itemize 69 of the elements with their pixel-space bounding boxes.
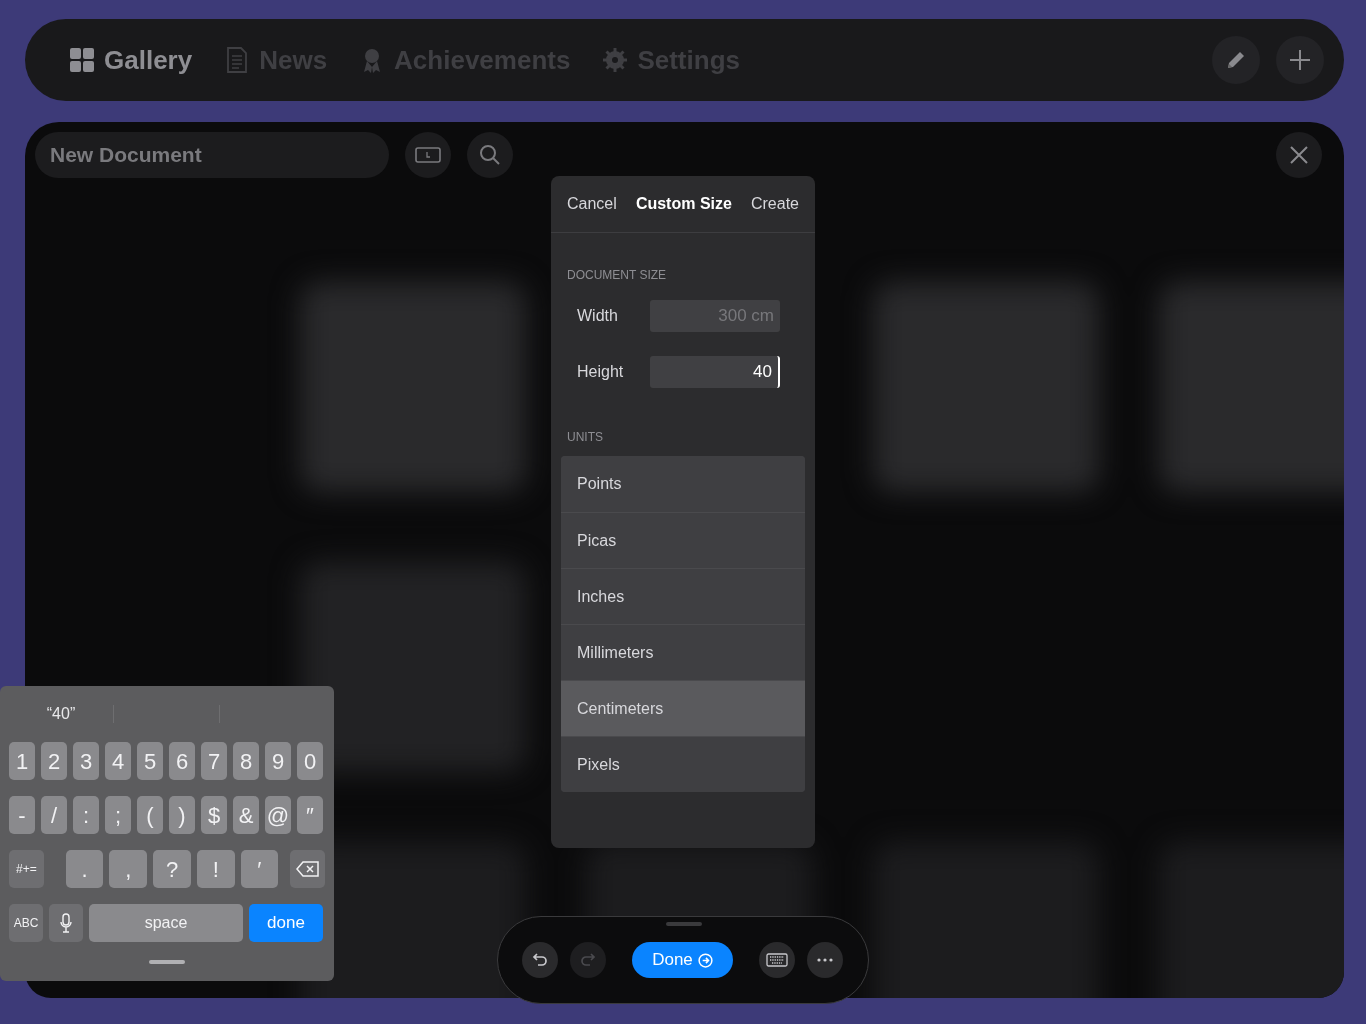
grid-icon: [69, 47, 95, 73]
search-button[interactable]: [467, 132, 513, 178]
add-button[interactable]: [1276, 36, 1324, 84]
suggestion[interactable]: “40”: [9, 702, 113, 726]
close-icon: [1289, 145, 1309, 165]
key[interactable]: @: [265, 796, 291, 834]
aspect-button[interactable]: [405, 132, 451, 178]
key[interactable]: 4: [105, 742, 131, 780]
key[interactable]: &: [233, 796, 259, 834]
microphone-icon: [60, 913, 72, 933]
redo-icon: [580, 952, 596, 968]
size-input-field[interactable]: 40: [650, 356, 780, 388]
key[interactable]: $: [201, 796, 227, 834]
key[interactable]: ″: [297, 796, 323, 834]
arrow-circle-icon: [697, 952, 713, 968]
gear-icon: [602, 47, 629, 73]
grabber-handle[interactable]: [666, 922, 702, 926]
more-button[interactable]: [807, 942, 843, 978]
section-heading: UNITS: [566, 429, 604, 446]
done-button[interactable]: Done: [632, 942, 733, 978]
key[interactable]: 3: [73, 742, 99, 780]
unit-option[interactable]: Pixels: [561, 736, 805, 792]
key[interactable]: (: [137, 796, 163, 834]
done-key[interactable]: done: [249, 904, 323, 942]
search-icon: [479, 144, 501, 166]
create-button[interactable]: Create: [750, 192, 799, 216]
dictation-key[interactable]: [49, 904, 83, 942]
key[interactable]: 7: [201, 742, 227, 780]
key[interactable]: -: [9, 796, 35, 834]
key[interactable]: 5: [137, 742, 163, 780]
key[interactable]: ?: [153, 850, 191, 888]
plus-icon: [1288, 48, 1312, 72]
key[interactable]: ;: [105, 796, 131, 834]
undo-button[interactable]: [522, 942, 558, 978]
undo-icon: [532, 952, 548, 968]
close-button[interactable]: [1276, 132, 1322, 178]
key[interactable]: ,: [109, 850, 148, 888]
key[interactable]: ′: [240, 850, 279, 888]
field-label: Height: [577, 362, 625, 382]
nav-tab[interactable]: Gallery: [69, 40, 193, 80]
key[interactable]: !: [196, 850, 235, 888]
key[interactable]: .: [65, 850, 104, 888]
key[interactable]: 9: [265, 742, 291, 780]
document-title-field[interactable]: New Document: [35, 132, 389, 178]
keyboard-button[interactable]: [759, 942, 795, 978]
cancel-button[interactable]: Cancel: [567, 192, 617, 216]
key[interactable]: #+=: [9, 850, 44, 888]
grabber-handle[interactable]: [149, 960, 185, 964]
delete-key[interactable]: [290, 850, 325, 888]
key[interactable]: /: [41, 796, 67, 834]
key[interactable]: 8: [233, 742, 259, 780]
keyboard-icon: [766, 953, 788, 967]
edit-button[interactable]: [1212, 36, 1260, 84]
backspace-icon: [295, 861, 320, 877]
key[interactable]: 0: [297, 742, 323, 780]
space-key[interactable]: space: [89, 904, 243, 942]
key[interactable]: ): [169, 796, 195, 834]
more-icon: [817, 958, 833, 962]
dialog-title: Custom Size: [635, 194, 732, 214]
key[interactable]: 1: [9, 742, 35, 780]
field-label: Width: [577, 306, 619, 326]
key[interactable]: 2: [41, 742, 67, 780]
size-input-field[interactable]: 300 cm: [650, 300, 780, 332]
key[interactable]: ABC: [9, 904, 43, 942]
key[interactable]: 6: [169, 742, 195, 780]
unit-option[interactable]: Centimeters: [561, 680, 805, 736]
frame-icon: [415, 146, 441, 164]
key[interactable]: :: [73, 796, 99, 834]
section-heading: DOCUMENT SIZE: [566, 267, 668, 284]
